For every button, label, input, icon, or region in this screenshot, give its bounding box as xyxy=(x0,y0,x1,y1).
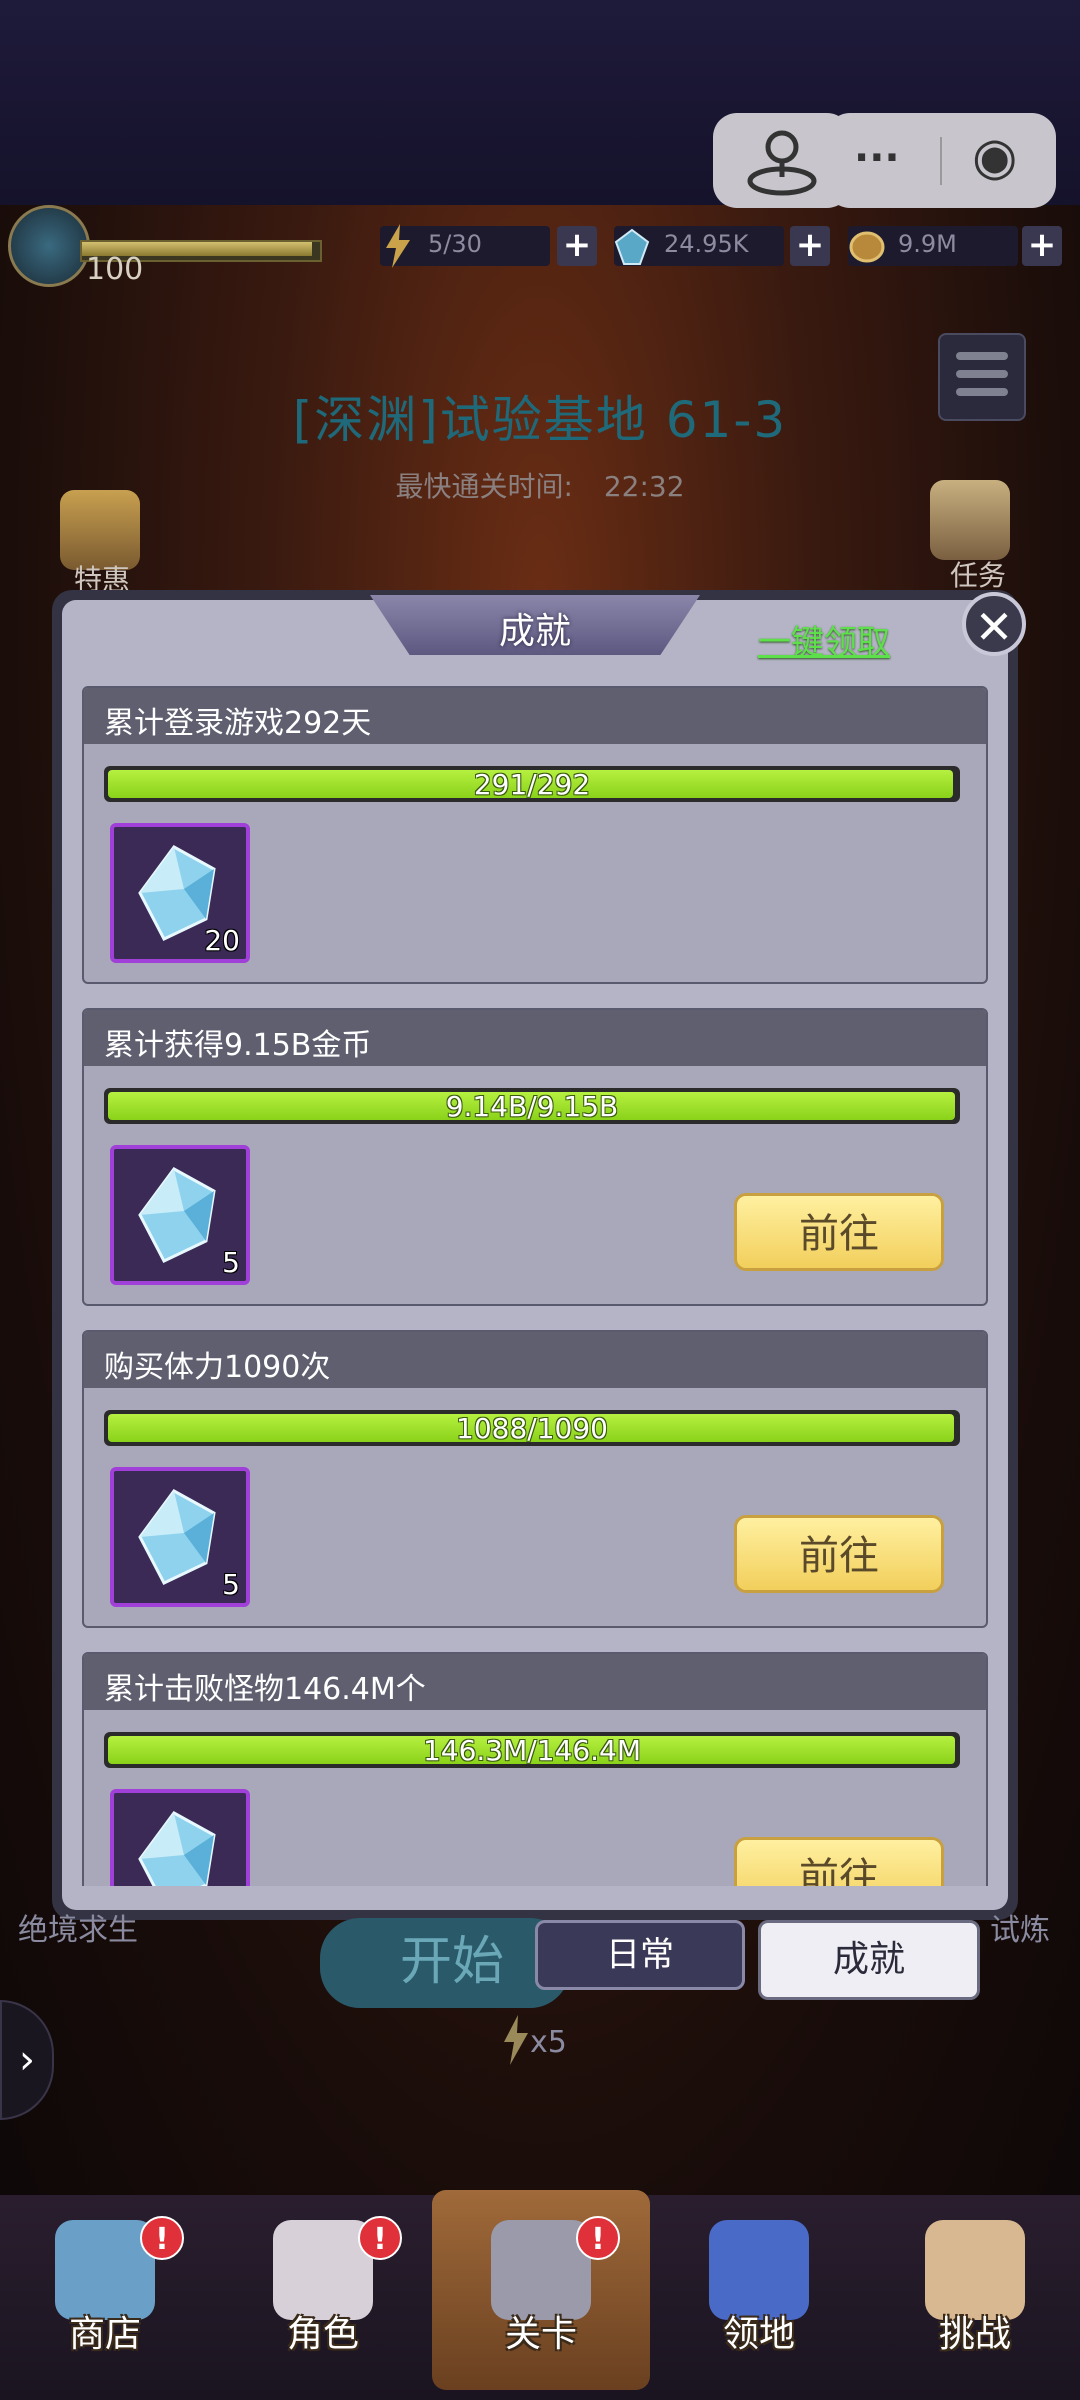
nav-label: 挑战 xyxy=(938,2314,1011,2355)
survival-mode-label[interactable]: 绝境求生 xyxy=(18,1905,138,1949)
reward-item[interactable] xyxy=(110,1789,250,1886)
lightning-icon xyxy=(504,2015,528,2065)
achievement-list[interactable]: 累计登录游戏292天 291/292 20 累计获得9.15B金币 9.14B/9.15… xyxy=(82,680,988,1886)
reward-item[interactable]: 5 xyxy=(110,1145,250,1285)
fastest-label: 最快通关时间: xyxy=(395,470,573,503)
nav-label: 角色 xyxy=(286,2314,359,2355)
nav-label: 关卡 xyxy=(504,2314,577,2355)
tab-daily[interactable]: 日常 xyxy=(535,1920,745,1990)
scroll-icon[interactable] xyxy=(930,480,1010,560)
claim-all-button[interactable]: 一键领取 xyxy=(758,615,890,663)
close-button[interactable]: ✕ xyxy=(962,592,1026,656)
go-button[interactable]: 前往 xyxy=(734,1837,944,1886)
nav-item[interactable]: 关卡! xyxy=(446,2210,636,2370)
progress-bar: 1088/1090 xyxy=(104,1410,960,1446)
menu-icon-line xyxy=(956,388,1008,396)
reward-item[interactable]: 20 xyxy=(110,823,250,963)
achievement-card: 累计登录游戏292天 291/292 20 xyxy=(82,686,988,984)
achievement-title: 累计击败怪物146.4M个 xyxy=(104,1672,426,1707)
fastest-clear-time: 最快通关时间: 22:32 xyxy=(0,465,1080,505)
player-level: 100 xyxy=(86,252,144,287)
reward-count: 5 xyxy=(222,1568,240,1601)
progress-text: 9.14B/9.15B xyxy=(445,1090,619,1123)
achievement-card: 累计获得9.15B金币 9.14B/9.15B 5 前往 xyxy=(82,1008,988,1306)
reward-item[interactable]: 5 xyxy=(110,1467,250,1607)
progress-text: 291/292 xyxy=(473,768,591,801)
achievement-card: 累计击败怪物146.4M个 146.3M/146.4M 前往 xyxy=(82,1652,988,1886)
progress-bar: 291/292 xyxy=(104,766,960,802)
progress-bar: 9.14B/9.15B xyxy=(104,1088,960,1124)
nav-item[interactable]: 商店! xyxy=(10,2210,200,2370)
tab-achievement[interactable]: 成就 xyxy=(758,1920,980,2000)
diamond-icon xyxy=(614,228,650,265)
add-stamina-button[interactable]: + xyxy=(557,226,597,266)
stamina-value: 5/30 xyxy=(428,230,482,258)
divider xyxy=(940,137,942,185)
nav-label: 领地 xyxy=(722,2314,795,2355)
notification-badge: ! xyxy=(576,2216,620,2260)
lightning-icon xyxy=(386,224,410,268)
gold-coin-icon xyxy=(849,231,885,263)
gold-value: 9.9M xyxy=(898,230,957,258)
gems-value: 24.95K xyxy=(664,230,749,258)
achievement-title: 累计登录游戏292天 xyxy=(104,706,372,741)
progress-bar: 146.3M/146.4M xyxy=(104,1732,960,1768)
menu-icon xyxy=(956,352,1008,360)
go-button[interactable]: 前往 xyxy=(734,1193,944,1271)
progress-text: 1088/1090 xyxy=(456,1412,608,1445)
add-gold-button[interactable]: + xyxy=(1022,226,1062,266)
more-icon[interactable]: ··· xyxy=(854,135,900,181)
menu-icon-line xyxy=(956,370,1008,378)
record-icon[interactable]: ◉ xyxy=(972,127,1017,187)
achievement-title: 累计获得9.15B金币 xyxy=(104,1028,372,1063)
notification-badge: ! xyxy=(140,2216,184,2260)
add-gems-button[interactable]: + xyxy=(790,226,830,266)
go-button[interactable]: 前往 xyxy=(734,1515,944,1593)
achievement-title: 购买体力1090次 xyxy=(104,1350,331,1385)
nav-item[interactable]: 领地 xyxy=(664,2210,854,2370)
dialog-title: 成就 xyxy=(498,611,571,652)
progress-text: 146.3M/146.4M xyxy=(422,1734,642,1767)
nav-item[interactable]: 角色! xyxy=(228,2210,418,2370)
achievement-card: 购买体力1090次 1088/1090 5 前往 xyxy=(82,1330,988,1628)
mini-program-capsule: ··· ◉ xyxy=(826,113,1056,208)
fastest-value: 22:32 xyxy=(603,470,685,503)
player-avatar[interactable] xyxy=(8,205,90,287)
reward-count: 20 xyxy=(204,924,240,957)
start-button[interactable]: 开始 xyxy=(320,1918,570,2008)
notification-badge: ! xyxy=(358,2216,402,2260)
diamond-icon xyxy=(138,1811,216,1886)
tasks-label: 任务 xyxy=(950,559,1007,592)
reward-count: 5 xyxy=(222,1246,240,1279)
nav-item[interactable]: 挑战 xyxy=(880,2210,1070,2370)
stamina-cost: x5 xyxy=(530,2025,567,2060)
trial-label[interactable]: 试炼 xyxy=(990,1905,1050,1949)
stage-title: [深渊]试验基地 61-3 xyxy=(292,391,788,449)
nav-label: 商店 xyxy=(68,2314,141,2355)
